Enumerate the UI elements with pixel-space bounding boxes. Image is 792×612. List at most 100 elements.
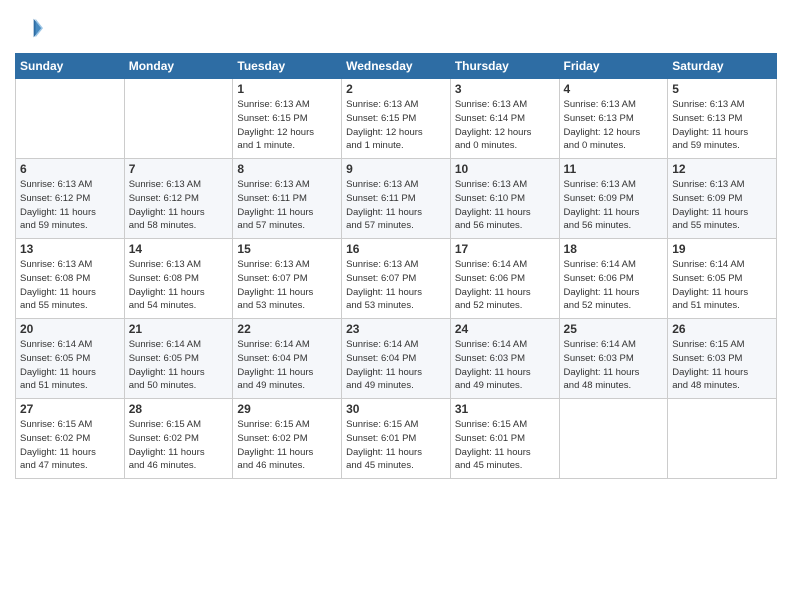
calendar-cell: 31 Sunrise: 6:15 AM Sunset: 6:01 PM Dayli…: [450, 399, 559, 479]
logo-icon: [15, 15, 43, 43]
calendar-cell: 24 Sunrise: 6:14 AM Sunset: 6:03 PM Dayli…: [450, 319, 559, 399]
day-number: 24: [455, 322, 555, 336]
calendar-cell: 2 Sunrise: 6:13 AM Sunset: 6:15 PM Daylig…: [342, 79, 451, 159]
col-header-friday: Friday: [559, 54, 668, 79]
day-number: 29: [237, 402, 337, 416]
day-info: Sunrise: 6:13 AM Sunset: 6:09 PM Dayligh…: [564, 178, 664, 233]
calendar-cell: 17 Sunrise: 6:14 AM Sunset: 6:06 PM Dayli…: [450, 239, 559, 319]
day-info: Sunrise: 6:15 AM Sunset: 6:01 PM Dayligh…: [455, 418, 555, 473]
day-number: 17: [455, 242, 555, 256]
week-row-4: 20 Sunrise: 6:14 AM Sunset: 6:05 PM Dayli…: [16, 319, 777, 399]
day-number: 16: [346, 242, 446, 256]
calendar-cell: 9 Sunrise: 6:13 AM Sunset: 6:11 PM Daylig…: [342, 159, 451, 239]
calendar-cell: 6Sunrise: 6:13 AM Sunset: 6:12 PM Daylig…: [16, 159, 125, 239]
day-info: Sunrise: 6:14 AM Sunset: 6:03 PM Dayligh…: [455, 338, 555, 393]
calendar-cell: 30 Sunrise: 6:15 AM Sunset: 6:01 PM Dayli…: [342, 399, 451, 479]
calendar-cell: 21Sunrise: 6:14 AM Sunset: 6:05 PM Dayli…: [124, 319, 233, 399]
calendar-cell: [16, 79, 125, 159]
week-row-3: 13 Sunrise: 6:13 AM Sunset: 6:08 PM Dayli…: [16, 239, 777, 319]
calendar-cell: 29Sunrise: 6:15 AM Sunset: 6:02 PM Dayli…: [233, 399, 342, 479]
day-info: Sunrise: 6:13 AM Sunset: 6:11 PM Dayligh…: [237, 178, 337, 233]
day-number: 20: [20, 322, 120, 336]
day-info: Sunrise: 6:13 AM Sunset: 6:08 PM Dayligh…: [20, 258, 120, 313]
calendar-cell: 1 Sunrise: 6:13 AM Sunset: 6:15 PM Daylig…: [233, 79, 342, 159]
calendar-cell: 27 Sunrise: 6:15 AM Sunset: 6:02 PM Dayli…: [16, 399, 125, 479]
day-info: Sunrise: 6:14 AM Sunset: 6:06 PM Dayligh…: [455, 258, 555, 313]
col-header-saturday: Saturday: [668, 54, 777, 79]
day-info: Sunrise: 6:15 AM Sunset: 6:01 PM Dayligh…: [346, 418, 446, 473]
calendar-cell: 22 Sunrise: 6:14 AM Sunset: 6:04 PM Dayli…: [233, 319, 342, 399]
day-info: Sunrise: 6:14 AM Sunset: 6:06 PM Dayligh…: [564, 258, 664, 313]
calendar-cell: 4 Sunrise: 6:13 AM Sunset: 6:13 PM Daylig…: [559, 79, 668, 159]
calendar-cell: 10 Sunrise: 6:13 AM Sunset: 6:10 PM Dayli…: [450, 159, 559, 239]
day-info: Sunrise: 6:13 AM Sunset: 6:07 PM Dayligh…: [237, 258, 337, 313]
logo: [15, 15, 47, 43]
day-info: Sunrise: 6:13 AM Sunset: 6:11 PM Dayligh…: [346, 178, 446, 233]
day-info: Sunrise: 6:15 AM Sunset: 6:02 PM Dayligh…: [129, 418, 229, 473]
calendar-table: SundayMondayTuesdayWednesdayThursdayFrid…: [15, 53, 777, 479]
day-info: Sunrise: 6:13 AM Sunset: 6:12 PM Dayligh…: [129, 178, 229, 233]
calendar-cell: 19Sunrise: 6:14 AM Sunset: 6:05 PM Dayli…: [668, 239, 777, 319]
col-header-monday: Monday: [124, 54, 233, 79]
day-info: Sunrise: 6:14 AM Sunset: 6:04 PM Dayligh…: [237, 338, 337, 393]
week-row-1: 1 Sunrise: 6:13 AM Sunset: 6:15 PM Daylig…: [16, 79, 777, 159]
day-number: 28: [129, 402, 229, 416]
day-number: 21: [129, 322, 229, 336]
day-number: 9: [346, 162, 446, 176]
day-number: 13: [20, 242, 120, 256]
week-row-5: 27 Sunrise: 6:15 AM Sunset: 6:02 PM Dayli…: [16, 399, 777, 479]
day-info: Sunrise: 6:13 AM Sunset: 6:08 PM Dayligh…: [129, 258, 229, 313]
calendar-cell: 25 Sunrise: 6:14 AM Sunset: 6:03 PM Dayli…: [559, 319, 668, 399]
day-number: 27: [20, 402, 120, 416]
calendar-cell: 11 Sunrise: 6:13 AM Sunset: 6:09 PM Dayli…: [559, 159, 668, 239]
day-info: Sunrise: 6:13 AM Sunset: 6:10 PM Dayligh…: [455, 178, 555, 233]
calendar-cell: [668, 399, 777, 479]
col-header-sunday: Sunday: [16, 54, 125, 79]
page-header: [15, 15, 777, 43]
day-number: 30: [346, 402, 446, 416]
day-number: 22: [237, 322, 337, 336]
calendar-cell: 14Sunrise: 6:13 AM Sunset: 6:08 PM Dayli…: [124, 239, 233, 319]
calendar-cell: [124, 79, 233, 159]
day-number: 8: [237, 162, 337, 176]
day-number: 11: [564, 162, 664, 176]
day-number: 1: [237, 82, 337, 96]
day-number: 18: [564, 242, 664, 256]
calendar-cell: 3 Sunrise: 6:13 AM Sunset: 6:14 PM Daylig…: [450, 79, 559, 159]
day-info: Sunrise: 6:13 AM Sunset: 6:13 PM Dayligh…: [672, 98, 772, 153]
day-info: Sunrise: 6:13 AM Sunset: 6:15 PM Dayligh…: [346, 98, 446, 153]
calendar-cell: 28 Sunrise: 6:15 AM Sunset: 6:02 PM Dayli…: [124, 399, 233, 479]
day-info: Sunrise: 6:13 AM Sunset: 6:13 PM Dayligh…: [564, 98, 664, 153]
day-info: Sunrise: 6:14 AM Sunset: 6:05 PM Dayligh…: [672, 258, 772, 313]
calendar-cell: 8 Sunrise: 6:13 AM Sunset: 6:11 PM Daylig…: [233, 159, 342, 239]
day-number: 15: [237, 242, 337, 256]
day-number: 2: [346, 82, 446, 96]
day-info: Sunrise: 6:14 AM Sunset: 6:04 PM Dayligh…: [346, 338, 446, 393]
day-info: Sunrise: 6:14 AM Sunset: 6:05 PM Dayligh…: [20, 338, 120, 393]
day-info: Sunrise: 6:13 AM Sunset: 6:14 PM Dayligh…: [455, 98, 555, 153]
calendar-cell: 5 Sunrise: 6:13 AM Sunset: 6:13 PM Daylig…: [668, 79, 777, 159]
week-row-2: 6Sunrise: 6:13 AM Sunset: 6:12 PM Daylig…: [16, 159, 777, 239]
day-info: Sunrise: 6:13 AM Sunset: 6:12 PM Dayligh…: [20, 178, 120, 233]
calendar-cell: 26 Sunrise: 6:15 AM Sunset: 6:03 PM Dayli…: [668, 319, 777, 399]
calendar-cell: 16 Sunrise: 6:13 AM Sunset: 6:07 PM Dayli…: [342, 239, 451, 319]
day-info: Sunrise: 6:13 AM Sunset: 6:09 PM Dayligh…: [672, 178, 772, 233]
day-info: Sunrise: 6:15 AM Sunset: 6:02 PM Dayligh…: [20, 418, 120, 473]
day-number: 3: [455, 82, 555, 96]
calendar-cell: 20 Sunrise: 6:14 AM Sunset: 6:05 PM Dayli…: [16, 319, 125, 399]
day-number: 10: [455, 162, 555, 176]
header-row: SundayMondayTuesdayWednesdayThursdayFrid…: [16, 54, 777, 79]
day-number: 12: [672, 162, 772, 176]
day-number: 26: [672, 322, 772, 336]
day-info: Sunrise: 6:13 AM Sunset: 6:15 PM Dayligh…: [237, 98, 337, 153]
day-number: 31: [455, 402, 555, 416]
day-number: 25: [564, 322, 664, 336]
calendar-cell: 13 Sunrise: 6:13 AM Sunset: 6:08 PM Dayli…: [16, 239, 125, 319]
calendar-cell: [559, 399, 668, 479]
day-info: Sunrise: 6:14 AM Sunset: 6:03 PM Dayligh…: [564, 338, 664, 393]
day-info: Sunrise: 6:15 AM Sunset: 6:03 PM Dayligh…: [672, 338, 772, 393]
day-info: Sunrise: 6:13 AM Sunset: 6:07 PM Dayligh…: [346, 258, 446, 313]
day-number: 5: [672, 82, 772, 96]
day-number: 4: [564, 82, 664, 96]
col-header-tuesday: Tuesday: [233, 54, 342, 79]
